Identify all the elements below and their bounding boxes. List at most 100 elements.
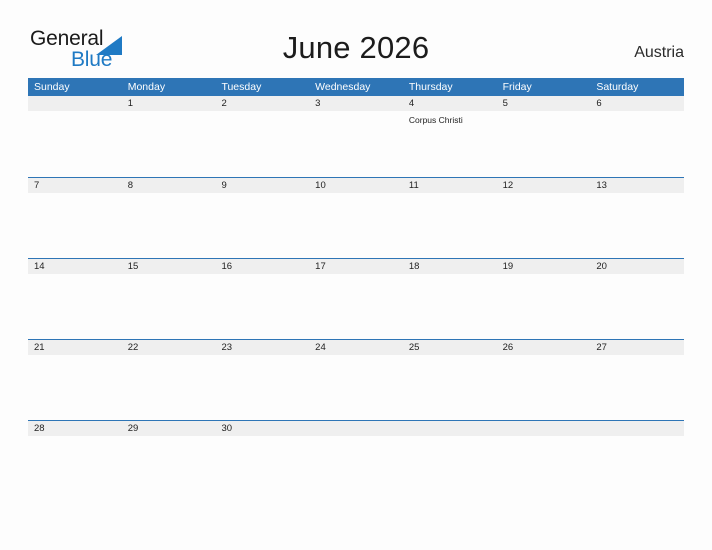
week-date-band: 28 29 30 (28, 421, 684, 436)
day-cell-empty (590, 193, 684, 258)
calendar-page: General Blue June 2026 Austria Sunday Mo… (0, 0, 712, 550)
day-number-empty (590, 421, 684, 436)
calendar-week-row: 1 2 3 4 5 6 Corpus Christi (28, 96, 684, 177)
day-number[interactable]: 4 (403, 96, 497, 111)
day-number[interactable]: 24 (309, 340, 403, 355)
day-number[interactable]: 7 (28, 178, 122, 193)
day-cell-empty (590, 111, 684, 176)
day-number[interactable]: 9 (215, 178, 309, 193)
day-cell-empty (403, 274, 497, 339)
day-cell-empty (122, 355, 216, 420)
day-cell-empty (122, 274, 216, 339)
day-cell-empty (309, 193, 403, 258)
day-number[interactable]: 29 (122, 421, 216, 436)
day-number-empty (309, 421, 403, 436)
week-date-band: 14 15 16 17 18 19 20 (28, 259, 684, 274)
day-cell-empty (403, 355, 497, 420)
day-cell-empty (215, 111, 309, 176)
day-cell-empty (590, 355, 684, 420)
day-number[interactable]: 18 (403, 259, 497, 274)
calendar-week-row: 14 15 16 17 18 19 20 (28, 258, 684, 339)
day-number[interactable]: 26 (497, 340, 591, 355)
week-date-band: 21 22 23 24 25 26 27 (28, 340, 684, 355)
weekday-header-sunday: Sunday (34, 81, 70, 93)
week-event-band (28, 274, 684, 339)
weekday-header-tuesday: Tuesday (221, 81, 262, 93)
day-cell-empty (590, 274, 684, 339)
day-cell-empty (28, 111, 122, 176)
day-number-empty (497, 421, 591, 436)
week-event-band (28, 193, 684, 258)
day-number[interactable]: 14 (28, 259, 122, 274)
calendar-weeks: 1 2 3 4 5 6 Corpus Christi 7 8 9 10 11 12 13 14 15 16 17 1… (28, 96, 684, 501)
holiday-label: Corpus Christi (408, 115, 463, 125)
day-cell-empty (497, 193, 591, 258)
day-cell-empty (215, 436, 309, 501)
day-cell-empty (403, 193, 497, 258)
day-cell-empty (497, 436, 591, 501)
week-date-band: 7 8 9 10 11 12 13 (28, 178, 684, 193)
weekday-header-row: Sunday Monday Tuesday Wednesday Thursday… (28, 78, 684, 96)
day-cell-empty (403, 436, 497, 501)
day-cell-empty (215, 355, 309, 420)
day-number[interactable]: 27 (590, 340, 684, 355)
day-number-empty (403, 421, 497, 436)
day-number[interactable]: 1 (122, 96, 216, 111)
day-cell-empty (497, 355, 591, 420)
week-event-band (28, 436, 684, 501)
day-cell-empty (497, 274, 591, 339)
day-cell-empty (309, 111, 403, 176)
day-number[interactable]: 20 (590, 259, 684, 274)
day-cell-empty (497, 111, 591, 176)
day-number[interactable]: 2 (215, 96, 309, 111)
day-number[interactable]: 30 (215, 421, 309, 436)
day-number[interactable]: 12 (497, 178, 591, 193)
day-number[interactable]: 22 (122, 340, 216, 355)
day-cell-empty (590, 436, 684, 501)
day-number[interactable]: 13 (590, 178, 684, 193)
weekday-header-friday: Friday (502, 81, 532, 93)
calendar-grid: Sunday Monday Tuesday Wednesday Thursday… (28, 78, 684, 501)
weekday-header-wednesday: Wednesday (315, 81, 371, 93)
page-title: June 2026 (282, 30, 430, 65)
day-cell-empty (122, 111, 216, 176)
weekday-header-thursday: Thursday (408, 81, 453, 93)
day-cell-empty (28, 274, 122, 339)
day-cell-empty (28, 355, 122, 420)
day-number[interactable]: 17 (309, 259, 403, 274)
day-number[interactable]: 28 (28, 421, 122, 436)
day-events[interactable]: Corpus Christi (403, 111, 497, 176)
day-number[interactable]: 19 (497, 259, 591, 274)
day-number[interactable]: 8 (122, 178, 216, 193)
day-cell-empty (28, 436, 122, 501)
week-event-band: Corpus Christi (28, 111, 684, 176)
day-number[interactable]: 25 (403, 340, 497, 355)
day-number[interactable]: 21 (28, 340, 122, 355)
calendar-week-row: 28 29 30 (28, 420, 684, 501)
day-cell-empty (309, 355, 403, 420)
day-number[interactable]: 10 (309, 178, 403, 193)
day-number[interactable]: 23 (215, 340, 309, 355)
day-number[interactable]: 11 (403, 178, 497, 193)
calendar-week-row: 7 8 9 10 11 12 13 (28, 177, 684, 258)
day-cell-empty (309, 274, 403, 339)
page-header: General Blue June 2026 Austria (0, 0, 712, 78)
week-date-band: 123456 (28, 96, 684, 111)
day-number[interactable]: 6 (590, 96, 684, 111)
day-number[interactable]: 3 (309, 96, 403, 111)
day-number[interactable]: 16 (215, 259, 309, 274)
day-cell-empty (309, 436, 403, 501)
day-number[interactable]: 5 (497, 96, 591, 111)
day-number[interactable]: 15 (122, 259, 216, 274)
weekday-header-monday: Monday (127, 81, 166, 93)
day-number-empty (28, 96, 122, 111)
day-cell-empty (215, 274, 309, 339)
day-cell-empty (215, 193, 309, 258)
country-label: Austria (634, 44, 684, 61)
day-cell-empty (122, 436, 216, 501)
week-event-band (28, 355, 684, 420)
day-cell-empty (28, 193, 122, 258)
weekday-header-saturday: Saturday (596, 81, 639, 93)
day-cell-empty (122, 193, 216, 258)
calendar-week-row: 21 22 23 24 25 26 27 (28, 339, 684, 420)
